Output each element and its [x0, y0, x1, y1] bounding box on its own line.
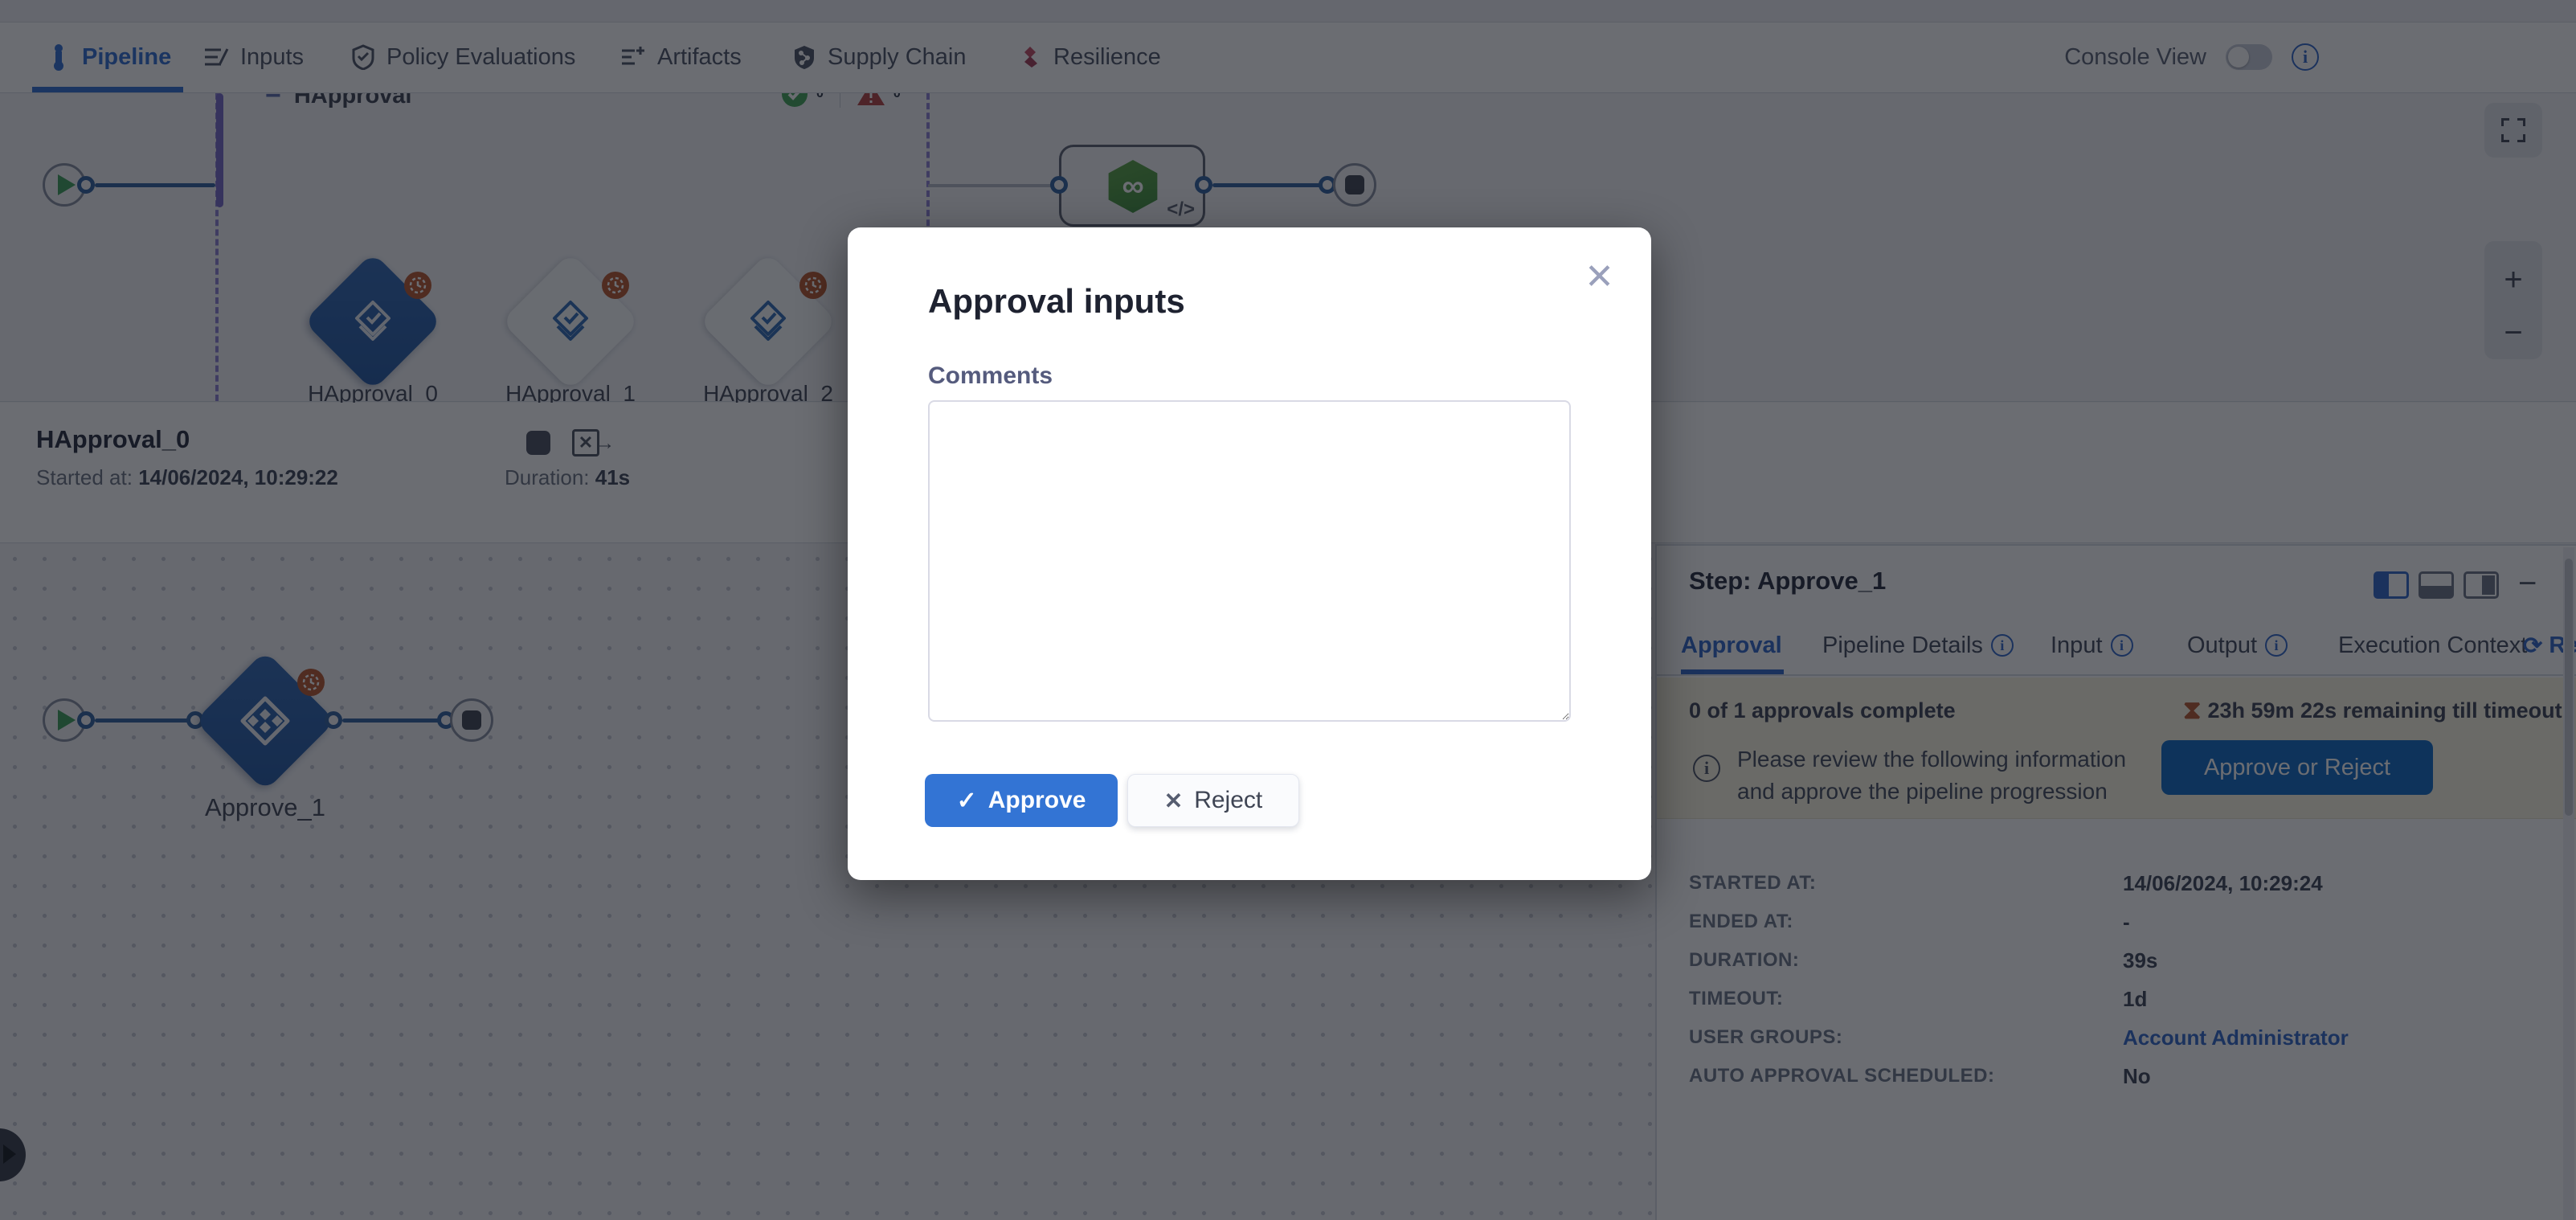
comments-label: Comments — [928, 362, 1053, 390]
close-icon[interactable]: ✕ — [1584, 260, 1614, 295]
approval-inputs-modal: ✕ Approval inputs Comments ✓ Approve ✕ Rej… — [848, 227, 1651, 880]
reject-button-label: Reject — [1194, 787, 1262, 814]
comments-textarea[interactable] — [928, 400, 1571, 722]
modal-title: Approval inputs — [928, 282, 1185, 321]
reject-button[interactable]: ✕ Reject — [1127, 774, 1299, 827]
check-icon: ✓ — [957, 787, 977, 815]
x-icon: ✕ — [1164, 788, 1183, 814]
approve-button-label: Approve — [988, 787, 1086, 814]
approve-button[interactable]: ✓ Approve — [925, 774, 1118, 827]
